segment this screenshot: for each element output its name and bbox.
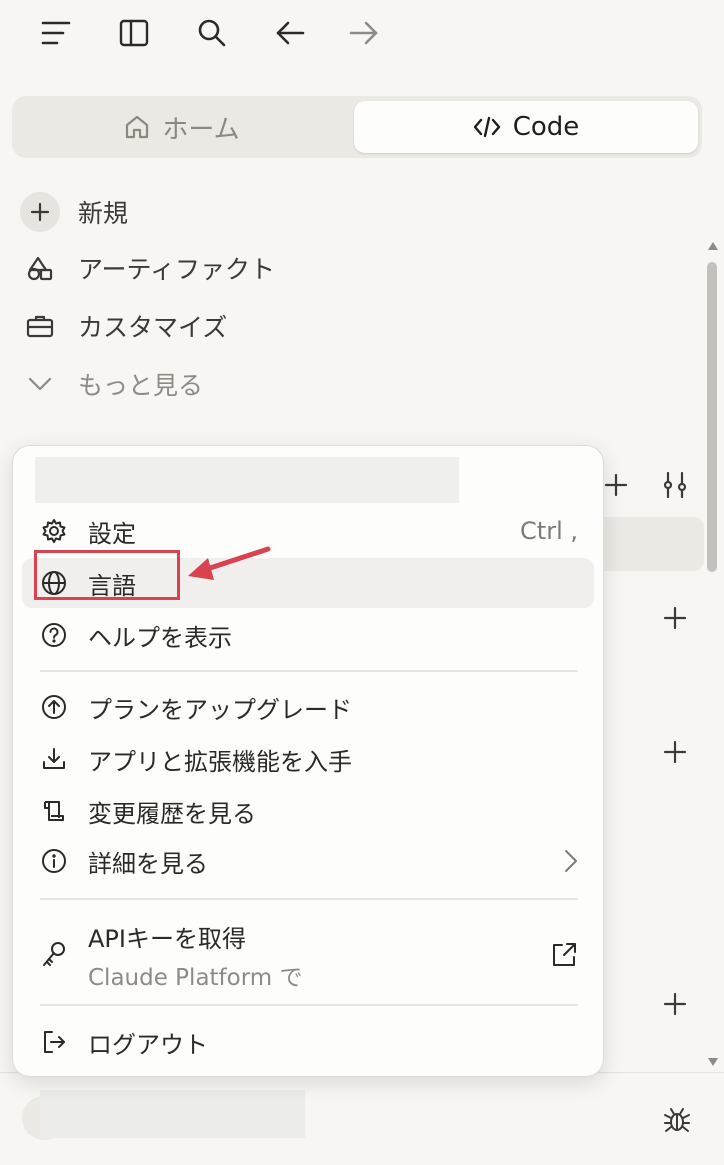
menu-item-logout[interactable]: ログアウト (22, 1017, 594, 1067)
menu-item-details[interactable]: 詳細を見る (22, 836, 594, 886)
chevron-down-icon (20, 364, 60, 404)
menu-item-upgrade-label: プランをアップグレード (88, 695, 352, 724)
bug-icon[interactable] (656, 1100, 698, 1140)
pointer-arrow-annotation (182, 540, 277, 585)
chevron-right-icon (564, 849, 578, 873)
briefcase-icon (20, 306, 60, 346)
menu-item-apps-label: アプリと拡張機能を入手 (88, 747, 352, 776)
add-icon[interactable] (657, 600, 693, 636)
nav-artifacts-label: アーティファクト (78, 255, 276, 284)
nav-more[interactable]: もっと見る (20, 362, 203, 406)
account-email-redacted (35, 457, 459, 503)
menu-item-settings-label: 設定 (88, 519, 136, 548)
add-icon[interactable] (657, 986, 693, 1022)
nav-customize[interactable]: カスタマイズ (20, 304, 227, 348)
menu-item-api-sublabel: Claude Platform で (88, 964, 303, 991)
highlight-box-annotation (34, 550, 180, 600)
tab-code[interactable]: Code (354, 101, 698, 153)
scroll-up-arrow-icon[interactable] (707, 240, 719, 252)
code-icon (473, 115, 501, 139)
menu-item-api[interactable]: APIキーを取得 Claude Platform で (22, 914, 594, 996)
nav-artifacts[interactable]: アーティファクト (20, 246, 275, 290)
artifacts-icon (20, 248, 60, 288)
info-icon (30, 836, 78, 886)
scroll-icon (30, 786, 78, 836)
filter-sliders-icon[interactable] (657, 467, 693, 503)
back-arrow-icon[interactable] (268, 12, 312, 54)
mode-switcher: ホーム Code (12, 96, 702, 158)
menu-item-settings[interactable]: 設定 Ctrl , (22, 506, 594, 556)
nav-more-label: もっと見る (78, 371, 204, 400)
tab-home-label: ホーム (162, 114, 240, 145)
menu-icon[interactable] (34, 12, 78, 54)
download-icon (30, 734, 78, 784)
account-menu: 設定 Ctrl , 言語 ヘルプを表示 プランをアップグレード アプリと拡張機能… (12, 445, 604, 1077)
menu-divider (40, 1004, 578, 1006)
tab-code-label: Code (512, 112, 580, 142)
menu-item-help[interactable]: ヘルプを表示 (22, 610, 594, 660)
menu-item-changelog-label: 変更履歴を見る (88, 799, 256, 828)
menu-item-apps[interactable]: アプリと拡張機能を入手 (22, 734, 594, 784)
add-icon[interactable] (657, 734, 693, 770)
tab-home[interactable]: ホーム (12, 101, 352, 153)
key-icon (30, 914, 78, 996)
username-redacted[interactable] (40, 1090, 305, 1138)
nav-new[interactable]: 新規 (20, 190, 128, 234)
menu-item-logout-label: ログアウト (88, 1030, 208, 1059)
nav-customize-label: カスタマイズ (78, 313, 228, 342)
gear-icon (30, 506, 78, 556)
forward-arrow-icon[interactable] (342, 12, 386, 54)
menu-item-upgrade[interactable]: プランをアップグレード (22, 682, 594, 732)
search-icon[interactable] (190, 12, 234, 54)
upgrade-arrow-icon (30, 682, 78, 732)
scrollbar-thumb[interactable] (707, 262, 717, 572)
scroll-down-arrow-icon[interactable] (707, 1056, 719, 1068)
help-circle-icon (30, 610, 78, 660)
menu-item-changelog[interactable]: 変更履歴を見る (22, 786, 594, 836)
menu-divider (40, 898, 578, 900)
home-icon (124, 114, 150, 140)
logout-icon (30, 1017, 78, 1067)
external-link-icon (550, 941, 578, 969)
nav-new-label: 新規 (78, 199, 129, 228)
menu-divider (40, 670, 578, 672)
settings-shortcut: Ctrl , (520, 517, 578, 545)
sidebar-toggle-icon[interactable] (112, 12, 156, 54)
menu-item-details-label: 詳細を見る (88, 849, 208, 878)
menu-item-api-label: APIキーを取得 (88, 924, 246, 953)
plus-icon (20, 192, 60, 232)
menu-item-help-label: ヘルプを表示 (88, 623, 232, 652)
